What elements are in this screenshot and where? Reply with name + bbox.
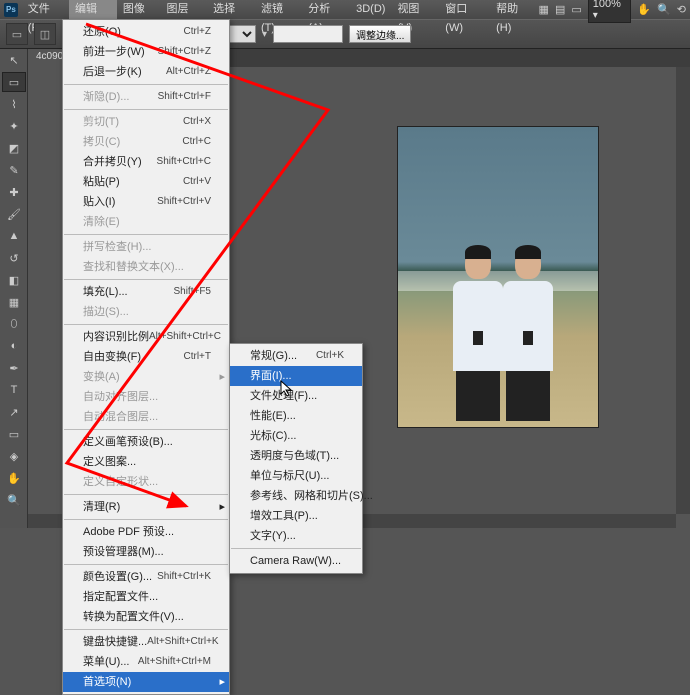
menu-item[interactable]: 自动对齐图层... — [63, 387, 229, 407]
zoom-level[interactable]: 100% ▾ — [588, 0, 632, 23]
opt-input[interactable] — [273, 25, 343, 43]
menu: 文件(F) 编辑(E) 图像(I) 图层(L) 选择(S) 滤镜(T) 分析(A… — [22, 0, 539, 19]
marquee-rect-icon[interactable]: ◫ — [34, 23, 56, 45]
menubar: Ps 文件(F) 编辑(E) 图像(I) 图层(L) 选择(S) 滤镜(T) 分… — [0, 0, 690, 19]
tool-palette: ↖ ▭ ⌇ ✦ ◩ ✎ ✚ 🖌 ▲ ↺ ◧ ▦ ⬯ ◐ ✒ T ↗ ▭ ◈ ✋ … — [0, 49, 28, 528]
menu-item[interactable]: 定义自定形状... — [63, 472, 229, 492]
menu-item[interactable]: 常规(G)...Ctrl+K — [230, 346, 362, 366]
menu-item[interactable]: 渐隐(D)...Shift+Ctrl+F — [63, 87, 229, 107]
menu-item[interactable]: 增效工具(P)... — [230, 506, 362, 526]
eyedropper-tool-icon[interactable]: ✎ — [2, 160, 26, 180]
menu-item[interactable]: Camera Raw(W)... — [230, 551, 362, 571]
menu-item[interactable]: 自由变换(F)Ctrl+T — [63, 347, 229, 367]
menu-analysis[interactable]: 分析(A) — [302, 0, 350, 19]
menu-item[interactable]: 单位与标尺(U)... — [230, 466, 362, 486]
menu-item[interactable]: 首选项(N) — [63, 672, 229, 692]
menu-item[interactable]: 界面(I)... — [230, 366, 362, 386]
view-extras-icon[interactable]: ▤ — [555, 3, 565, 16]
menu-item[interactable]: 变换(A) — [63, 367, 229, 387]
menu-item[interactable]: 菜单(U)...Alt+Shift+Ctrl+M — [63, 652, 229, 672]
lasso-tool-icon[interactable]: ⌇ — [2, 94, 26, 114]
menu-item[interactable]: 清除(E) — [63, 212, 229, 232]
stamp-tool-icon[interactable]: ▲ — [2, 226, 26, 246]
heal-tool-icon[interactable]: ✚ — [2, 182, 26, 202]
menu-item[interactable]: 自动混合图层... — [63, 407, 229, 427]
move-tool-icon[interactable]: ↖ — [2, 50, 26, 70]
menu-item[interactable]: 剪切(T)Ctrl+X — [63, 112, 229, 132]
menu-item[interactable]: 清理(R) — [63, 497, 229, 517]
marquee-tool-icon[interactable]: ▭ — [2, 72, 26, 92]
menu-item[interactable]: Adobe PDF 预设... — [63, 522, 229, 542]
dodge-tool-icon[interactable]: ◐ — [2, 336, 26, 356]
menu-item[interactable]: 转换为配置文件(V)... — [63, 607, 229, 627]
menu-item[interactable]: 文字(Y)... — [230, 526, 362, 546]
menu-item[interactable]: 查找和替换文本(X)... — [63, 257, 229, 277]
menu-item[interactable]: 合并拷贝(Y)Shift+Ctrl+C — [63, 152, 229, 172]
menu-item[interactable]: 贴入(I)Shift+Ctrl+V — [63, 192, 229, 212]
path-tool-icon[interactable]: ↗ — [2, 402, 26, 422]
zoom-icon[interactable]: 🔍 — [657, 3, 671, 16]
blur-tool-icon[interactable]: ⬯ — [2, 314, 26, 334]
menu-view[interactable]: 视图(V) — [391, 0, 439, 19]
menu-image[interactable]: 图像(I) — [117, 0, 161, 19]
menu-item[interactable]: 前进一步(W)Shift+Ctrl+Z — [63, 42, 229, 62]
edit-dropdown: 还原(O)Ctrl+Z前进一步(W)Shift+Ctrl+Z后退一步(K)Alt… — [62, 19, 230, 695]
history-brush-icon[interactable]: ↺ — [2, 248, 26, 268]
scrollbar-vertical[interactable] — [676, 67, 690, 514]
type-tool-icon[interactable]: T — [2, 380, 26, 400]
menu-item[interactable]: 颜色设置(G)...Shift+Ctrl+K — [63, 567, 229, 587]
rotate-icon[interactable]: ⟲ — [677, 3, 686, 16]
menu-item[interactable]: 性能(E)... — [230, 406, 362, 426]
menu-file[interactable]: 文件(F) — [22, 0, 69, 19]
menu-3d[interactable]: 3D(D) — [350, 0, 391, 19]
brush-tool-icon[interactable]: 🖌 — [2, 204, 26, 224]
menu-item[interactable]: 还原(O)Ctrl+Z — [63, 22, 229, 42]
zoom-tool-icon[interactable]: 🔍 — [2, 490, 26, 510]
menu-edit[interactable]: 编辑(E) — [69, 0, 117, 19]
menu-item[interactable]: 定义画笔预设(B)... — [63, 432, 229, 452]
gradient-tool-icon[interactable]: ▦ — [2, 292, 26, 312]
mini-bridge-icon[interactable]: ▦ — [539, 3, 549, 16]
menu-item[interactable]: 拼写检查(H)... — [63, 237, 229, 257]
canvas-image[interactable] — [398, 127, 598, 427]
opt-label: ▾ — [262, 29, 267, 40]
menu-item[interactable]: 定义图案... — [63, 452, 229, 472]
menu-select[interactable]: 选择(S) — [207, 0, 255, 19]
menu-item[interactable]: 键盘快捷键...Alt+Shift+Ctrl+K — [63, 632, 229, 652]
screen-mode-icon[interactable]: ▭ — [571, 3, 581, 16]
menu-item[interactable]: 后退一步(K)Alt+Ctrl+Z — [63, 62, 229, 82]
refine-edge-button[interactable]: 调整边缘... — [349, 25, 411, 43]
eraser-tool-icon[interactable]: ◧ — [2, 270, 26, 290]
menu-filter[interactable]: 滤镜(T) — [255, 0, 302, 19]
menu-item[interactable]: 透明度与色域(T)... — [230, 446, 362, 466]
tool-preset-button[interactable]: ▭ — [6, 23, 28, 45]
menu-item[interactable]: 光标(C)... — [230, 426, 362, 446]
shape-tool-icon[interactable]: ▭ — [2, 424, 26, 444]
preferences-submenu: 常规(G)...Ctrl+K界面(I)...文件处理(F)...性能(E)...… — [229, 343, 363, 574]
menu-item[interactable]: 预设管理器(M)... — [63, 542, 229, 562]
menu-item[interactable]: 粘贴(P)Ctrl+V — [63, 172, 229, 192]
app-icon: Ps — [4, 3, 18, 17]
menu-layer[interactable]: 图层(L) — [161, 0, 208, 19]
menu-item[interactable]: 文件处理(F)... — [230, 386, 362, 406]
wand-tool-icon[interactable]: ✦ — [2, 116, 26, 136]
menu-window[interactable]: 窗口(W) — [439, 0, 490, 19]
menu-item[interactable]: 内容识别比例Alt+Shift+Ctrl+C — [63, 327, 229, 347]
hand-icon[interactable]: ✋ — [637, 3, 651, 16]
menu-item[interactable]: 填充(L)...Shift+F5 — [63, 282, 229, 302]
3d-tool-icon[interactable]: ◈ — [2, 446, 26, 466]
pen-tool-icon[interactable]: ✒ — [2, 358, 26, 378]
right-tools: ▦ ▤ ▭ 100% ▾ ✋ 🔍 ⟲ — [539, 0, 686, 23]
menu-help[interactable]: 帮助(H) — [490, 0, 538, 19]
crop-tool-icon[interactable]: ◩ — [2, 138, 26, 158]
image-content — [498, 247, 558, 397]
menu-item[interactable]: 拷贝(C)Ctrl+C — [63, 132, 229, 152]
hand-tool-icon[interactable]: ✋ — [2, 468, 26, 488]
menu-item[interactable]: 参考线、网格和切片(S)... — [230, 486, 362, 506]
menu-item[interactable]: 指定配置文件... — [63, 587, 229, 607]
menu-item[interactable]: 描边(S)... — [63, 302, 229, 322]
